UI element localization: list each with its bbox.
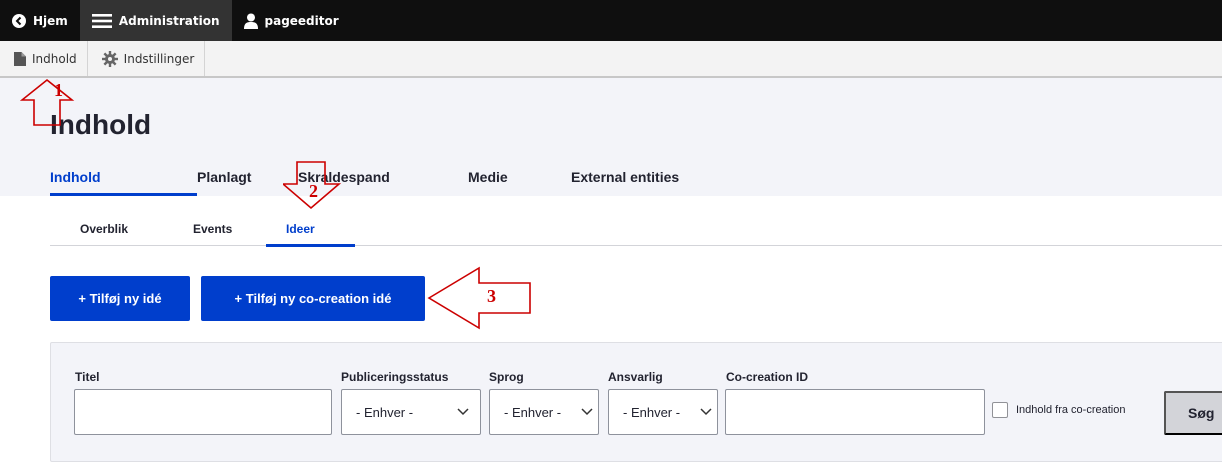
tray-settings-link[interactable]: Indstillinger xyxy=(88,41,206,76)
toolbar-user-label: pageeditor xyxy=(264,13,339,28)
toolbar-tray: Indhold Indstillinger xyxy=(0,41,1222,78)
chevron-down-icon xyxy=(456,404,470,421)
cocreation-id-filter-label: Co-creation ID xyxy=(726,370,809,384)
toolbar-user-link[interactable]: pageeditor xyxy=(232,0,351,41)
tray-settings-label: Indstillinger xyxy=(123,51,195,66)
secondary-tabs: Overblik Events Ideer xyxy=(50,212,1222,247)
file-icon xyxy=(14,51,26,66)
tab-medie[interactable]: Medie xyxy=(468,155,571,196)
responsible-filter-label: Ansvarlig xyxy=(608,370,663,384)
status-filter-select[interactable]: - Enhver - xyxy=(341,389,481,435)
annotation-arrow-left-icon xyxy=(427,266,531,330)
toolbar-administration-label: Administration xyxy=(118,13,220,28)
toolbar-administration-link[interactable]: Administration xyxy=(79,0,232,41)
chevron-down-icon xyxy=(699,404,713,421)
title-filter-label: Titel xyxy=(75,370,100,384)
status-filter-value: - Enhver - xyxy=(356,404,414,420)
language-filter-select[interactable]: - Enhver - xyxy=(489,389,599,435)
gear-icon xyxy=(101,50,118,67)
tab-label: Indhold xyxy=(50,169,101,185)
tray-content-label: Indhold xyxy=(32,51,77,66)
add-idea-button[interactable]: + Tilføj ny idé xyxy=(50,276,190,321)
tab-label: Medie xyxy=(468,169,508,185)
subtab-events[interactable]: Events xyxy=(193,212,232,246)
subtab-label: Overblik xyxy=(80,222,129,236)
tray-content-link[interactable]: Indhold xyxy=(0,41,88,76)
annotation-number-1: 1 xyxy=(54,80,63,100)
subtab-overblik[interactable]: Overblik xyxy=(80,212,128,246)
primary-tabs: Indhold Planlagt Skraldespand Medie Exte… xyxy=(50,155,711,196)
cocreation-checkbox[interactable] xyxy=(992,402,1008,418)
annotation-arrow-up-icon xyxy=(20,78,75,126)
cocreation-checkbox-wrapper: Indhold fra co-creation xyxy=(992,402,1125,418)
chevron-down-icon xyxy=(580,404,594,421)
back-arrow-icon xyxy=(12,13,26,28)
tab-label: Planlagt xyxy=(197,169,252,185)
subtab-label: Events xyxy=(193,222,233,236)
tab-external-entities[interactable]: External entities xyxy=(571,155,711,196)
subtab-label: Ideer xyxy=(286,222,315,236)
status-filter-label: Publiceringsstatus xyxy=(341,370,449,384)
title-filter-input[interactable] xyxy=(74,389,332,435)
responsible-filter-value: - Enhver - xyxy=(623,404,681,420)
cocreation-checkbox-label: Indhold fra co-creation xyxy=(1016,404,1126,416)
tab-label: External entities xyxy=(571,169,680,185)
cocreation-id-filter-input[interactable] xyxy=(725,389,985,435)
user-icon xyxy=(243,13,258,29)
language-filter-value: - Enhver - xyxy=(504,404,562,420)
subtab-ideer[interactable]: Ideer xyxy=(266,212,355,247)
toolbar-home-link[interactable]: Hjem xyxy=(0,0,80,41)
annotation-number-3: 3 xyxy=(487,286,496,306)
tab-indhold[interactable]: Indhold xyxy=(50,155,197,196)
search-button[interactable]: Søg xyxy=(1164,391,1222,435)
annotation-number-2: 2 xyxy=(309,181,318,201)
add-cocreation-idea-button[interactable]: + Tilføj ny co-creation idé xyxy=(201,276,425,321)
responsible-filter-select[interactable]: - Enhver - xyxy=(608,389,718,435)
hamburger-icon xyxy=(91,13,112,29)
toolbar-home-label: Hjem xyxy=(33,13,68,28)
admin-toolbar: Hjem Administration pageeditor xyxy=(0,0,1222,41)
language-filter-label: Sprog xyxy=(489,370,524,384)
